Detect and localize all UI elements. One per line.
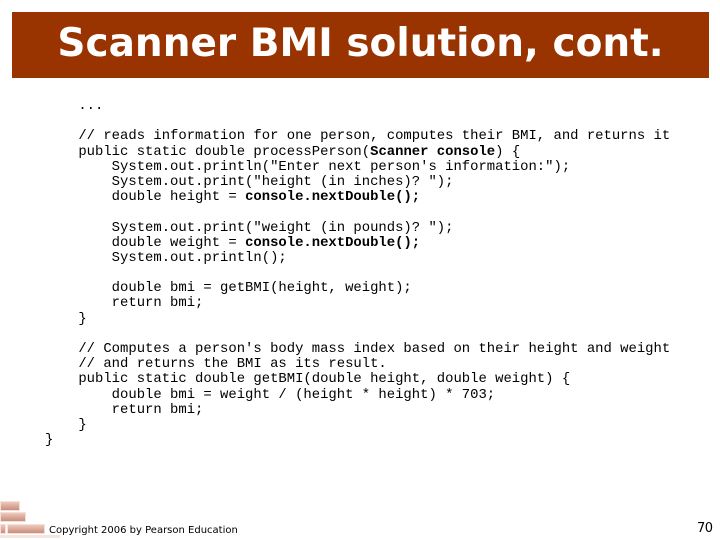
code-block: ... // reads information for one person,… bbox=[45, 98, 671, 448]
code-line: public static double getBMI(double heigh… bbox=[45, 372, 670, 387]
code-line: // Computes a person's body mass index b… bbox=[45, 341, 671, 357]
code-line: return bmi; bbox=[45, 401, 670, 418]
code-segment: public static double getBMI(double heigh… bbox=[45, 371, 571, 388]
code-segment: double weight = bbox=[45, 234, 246, 251]
code-line: System.out.print("height (in inches)? ")… bbox=[45, 173, 670, 190]
code-line: System.out.println("Enter next person's … bbox=[45, 158, 670, 175]
code-line: ... bbox=[45, 98, 670, 114]
code-line: // reads information for one person, com… bbox=[45, 129, 670, 144]
code-segment: System.out.print("weight (in pounds)? ")… bbox=[45, 219, 454, 236]
code-line: public static double processPerson(Scann… bbox=[45, 143, 670, 160]
code-line: } bbox=[45, 310, 670, 327]
code-segment: } bbox=[45, 432, 54, 449]
brick bbox=[7, 524, 45, 534]
brick bbox=[0, 524, 6, 534]
code-segment: } bbox=[45, 310, 87, 327]
code-line: return bmi; bbox=[45, 296, 670, 311]
copyright-footer: Copyright 2006 by Pearson Education bbox=[49, 525, 238, 536]
code-line: System.out.print("weight (in pounds)? ")… bbox=[45, 219, 670, 236]
code-line: } bbox=[45, 416, 670, 433]
code-segment: // reads information for one person, com… bbox=[45, 128, 671, 145]
code-segment: ) { bbox=[495, 143, 521, 160]
brick bbox=[0, 512, 26, 522]
code-bold-segment: Scanner console bbox=[370, 143, 496, 160]
code-line: System.out.println(); bbox=[45, 249, 670, 266]
code-segment: ... bbox=[45, 98, 104, 114]
page-number: 70 bbox=[697, 521, 713, 536]
slide-title-bar: Scanner BMI solution, cont. bbox=[12, 12, 709, 78]
code-segment: System.out.print("height (in inches)? ")… bbox=[45, 173, 454, 190]
code-segment: } bbox=[45, 416, 87, 433]
brick bbox=[0, 501, 20, 511]
code-segment: public static double processPerson( bbox=[45, 143, 371, 160]
code-bold-segment: console.nextDouble(); bbox=[245, 189, 421, 206]
code-segment: return bmi; bbox=[45, 401, 204, 418]
code-segment: // Computes a person's body mass index b… bbox=[45, 341, 671, 357]
code-line: } bbox=[45, 433, 670, 448]
code-segment: return bmi; bbox=[45, 295, 204, 312]
code-segment: double bmi = weight / (height * height) … bbox=[45, 386, 496, 403]
slide-title: Scanner BMI solution, cont. bbox=[57, 20, 664, 66]
code-segment: // and returns the BMI as its result. bbox=[45, 356, 387, 373]
code-bold-segment: console.nextDouble(); bbox=[245, 234, 421, 251]
code-line: double bmi = weight / (height * height) … bbox=[45, 386, 670, 403]
code-line: double height = console.nextDouble(); bbox=[45, 190, 670, 205]
code-segment: double height = bbox=[45, 189, 246, 206]
code-segment: double bmi = getBMI(height, weight); bbox=[45, 280, 412, 297]
code-line: double bmi = getBMI(height, weight); bbox=[45, 281, 670, 296]
code-segment: System.out.println("Enter next person's … bbox=[45, 158, 571, 175]
code-line: double weight = console.nextDouble(); bbox=[45, 234, 670, 251]
code-segment: System.out.println(); bbox=[45, 249, 287, 266]
code-line: // and returns the BMI as its result. bbox=[45, 357, 670, 372]
